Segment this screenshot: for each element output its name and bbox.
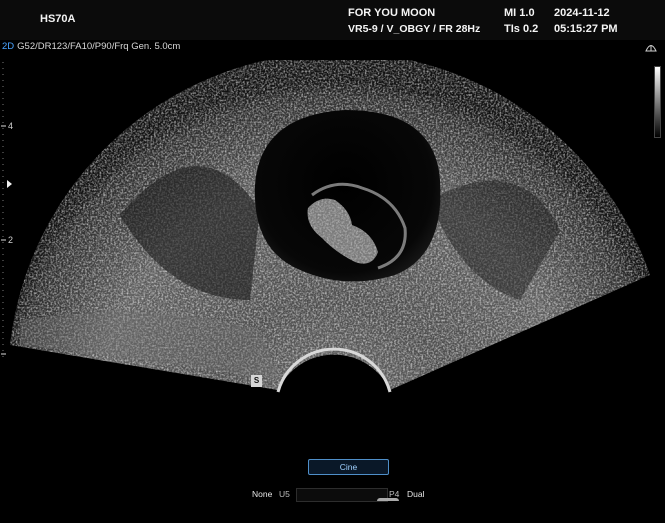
u-label: U5 [279,489,290,499]
dual-option-label: Dual [407,489,425,499]
depth-pointer-icon[interactable] [7,180,12,188]
depth-label-2: 2 [8,235,14,245]
p-label: P4 [389,489,400,499]
depth-scale [1,62,6,362]
depth-label-4: 4 [8,121,14,131]
ultrasound-image [1,60,650,393]
cine-button[interactable]: Cine [308,459,389,475]
left-option-label: None [252,489,273,499]
cine-slider[interactable] [296,488,399,502]
orientation-marker: S [251,375,262,387]
